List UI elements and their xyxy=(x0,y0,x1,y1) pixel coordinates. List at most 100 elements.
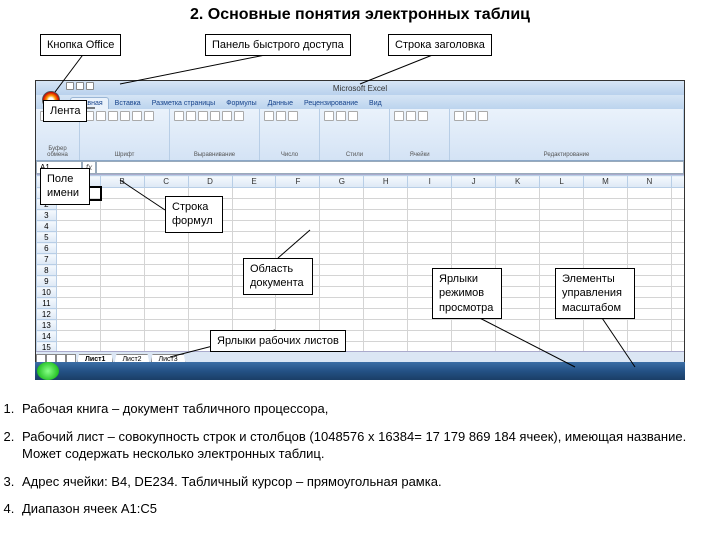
col-header[interactable]: L xyxy=(540,176,584,188)
row-header[interactable]: 5 xyxy=(37,232,57,243)
col-header[interactable]: O xyxy=(671,176,684,188)
cell[interactable] xyxy=(320,298,364,309)
cell[interactable] xyxy=(100,243,144,254)
cell[interactable] xyxy=(671,243,684,254)
cell[interactable] xyxy=(364,276,408,287)
row-header[interactable]: 14 xyxy=(37,331,57,342)
cell[interactable] xyxy=(232,188,276,199)
cell[interactable] xyxy=(627,254,671,265)
cell[interactable] xyxy=(320,210,364,221)
windows-taskbar[interactable] xyxy=(35,362,685,380)
cell[interactable] xyxy=(408,188,452,199)
cell[interactable] xyxy=(496,188,540,199)
cell[interactable] xyxy=(584,232,628,243)
cell[interactable] xyxy=(232,309,276,320)
cell[interactable] xyxy=(671,276,684,287)
row-header[interactable]: 10 xyxy=(37,287,57,298)
cell[interactable] xyxy=(320,276,364,287)
cell[interactable] xyxy=(496,276,540,287)
cell[interactable] xyxy=(671,232,684,243)
qat-redo-icon[interactable] xyxy=(86,82,94,90)
cell[interactable] xyxy=(320,199,364,210)
cell[interactable] xyxy=(671,320,684,331)
group-number[interactable]: Число xyxy=(260,109,320,160)
qat-save-icon[interactable] xyxy=(66,82,74,90)
cell[interactable] xyxy=(627,210,671,221)
cell[interactable] xyxy=(276,188,320,199)
cell[interactable] xyxy=(56,276,100,287)
cell[interactable] xyxy=(320,232,364,243)
col-header[interactable]: K xyxy=(496,176,540,188)
cell[interactable] xyxy=(364,298,408,309)
cell[interactable] xyxy=(408,210,452,221)
cell[interactable] xyxy=(364,243,408,254)
cell[interactable] xyxy=(671,298,684,309)
tab-review[interactable]: Рецензирование xyxy=(299,98,363,109)
cell[interactable] xyxy=(540,254,584,265)
worksheet-area[interactable]: ABCDEFGHIJKLMNO 123456789101112131415 xyxy=(36,175,684,359)
cell[interactable] xyxy=(56,287,100,298)
cell[interactable] xyxy=(452,199,496,210)
cell[interactable] xyxy=(144,243,188,254)
cell[interactable] xyxy=(56,232,100,243)
cell[interactable] xyxy=(144,265,188,276)
cell[interactable] xyxy=(276,298,320,309)
cell[interactable] xyxy=(584,320,628,331)
start-button[interactable] xyxy=(37,362,59,380)
cell[interactable] xyxy=(671,188,684,199)
cell[interactable] xyxy=(584,331,628,342)
cell[interactable] xyxy=(364,320,408,331)
cell[interactable] xyxy=(627,331,671,342)
cell[interactable] xyxy=(188,254,232,265)
cell[interactable] xyxy=(452,331,496,342)
cell[interactable] xyxy=(188,320,232,331)
cell[interactable] xyxy=(671,309,684,320)
cell[interactable] xyxy=(100,331,144,342)
cell[interactable] xyxy=(584,221,628,232)
cell[interactable] xyxy=(144,298,188,309)
tab-view[interactable]: Вид xyxy=(364,98,387,109)
cell[interactable] xyxy=(100,221,144,232)
cell[interactable] xyxy=(100,287,144,298)
cell[interactable] xyxy=(320,265,364,276)
tab-formulas[interactable]: Формулы xyxy=(221,98,261,109)
cell[interactable] xyxy=(320,188,364,199)
cell[interactable] xyxy=(496,298,540,309)
cell[interactable] xyxy=(452,232,496,243)
cell[interactable] xyxy=(627,320,671,331)
group-styles[interactable]: Стили xyxy=(320,109,390,160)
cell[interactable] xyxy=(364,287,408,298)
cell[interactable] xyxy=(496,221,540,232)
cell[interactable] xyxy=(232,320,276,331)
cell[interactable] xyxy=(276,210,320,221)
cell[interactable] xyxy=(364,331,408,342)
cell[interactable] xyxy=(452,320,496,331)
cell[interactable] xyxy=(540,210,584,221)
group-font[interactable]: Шрифт xyxy=(80,109,170,160)
cell[interactable] xyxy=(56,254,100,265)
cell[interactable] xyxy=(56,320,100,331)
cell[interactable] xyxy=(408,243,452,254)
cell[interactable] xyxy=(408,221,452,232)
group-editing[interactable]: Редактирование xyxy=(450,109,684,160)
cell[interactable] xyxy=(671,287,684,298)
group-cells[interactable]: Ячейки xyxy=(390,109,450,160)
cell[interactable] xyxy=(56,221,100,232)
cell[interactable] xyxy=(671,199,684,210)
cell[interactable] xyxy=(496,320,540,331)
cell[interactable] xyxy=(584,199,628,210)
row-header[interactable]: 7 xyxy=(37,254,57,265)
cell[interactable] xyxy=(540,331,584,342)
cell[interactable] xyxy=(627,199,671,210)
tab-insert[interactable]: Вставка xyxy=(110,98,146,109)
cell[interactable] xyxy=(540,232,584,243)
row-header[interactable]: 11 xyxy=(37,298,57,309)
cell[interactable] xyxy=(364,188,408,199)
cell[interactable] xyxy=(188,287,232,298)
cell[interactable] xyxy=(671,221,684,232)
cell[interactable] xyxy=(496,199,540,210)
cell[interactable] xyxy=(320,221,364,232)
cell[interactable] xyxy=(364,210,408,221)
cell[interactable] xyxy=(496,265,540,276)
col-header[interactable]: I xyxy=(408,176,452,188)
